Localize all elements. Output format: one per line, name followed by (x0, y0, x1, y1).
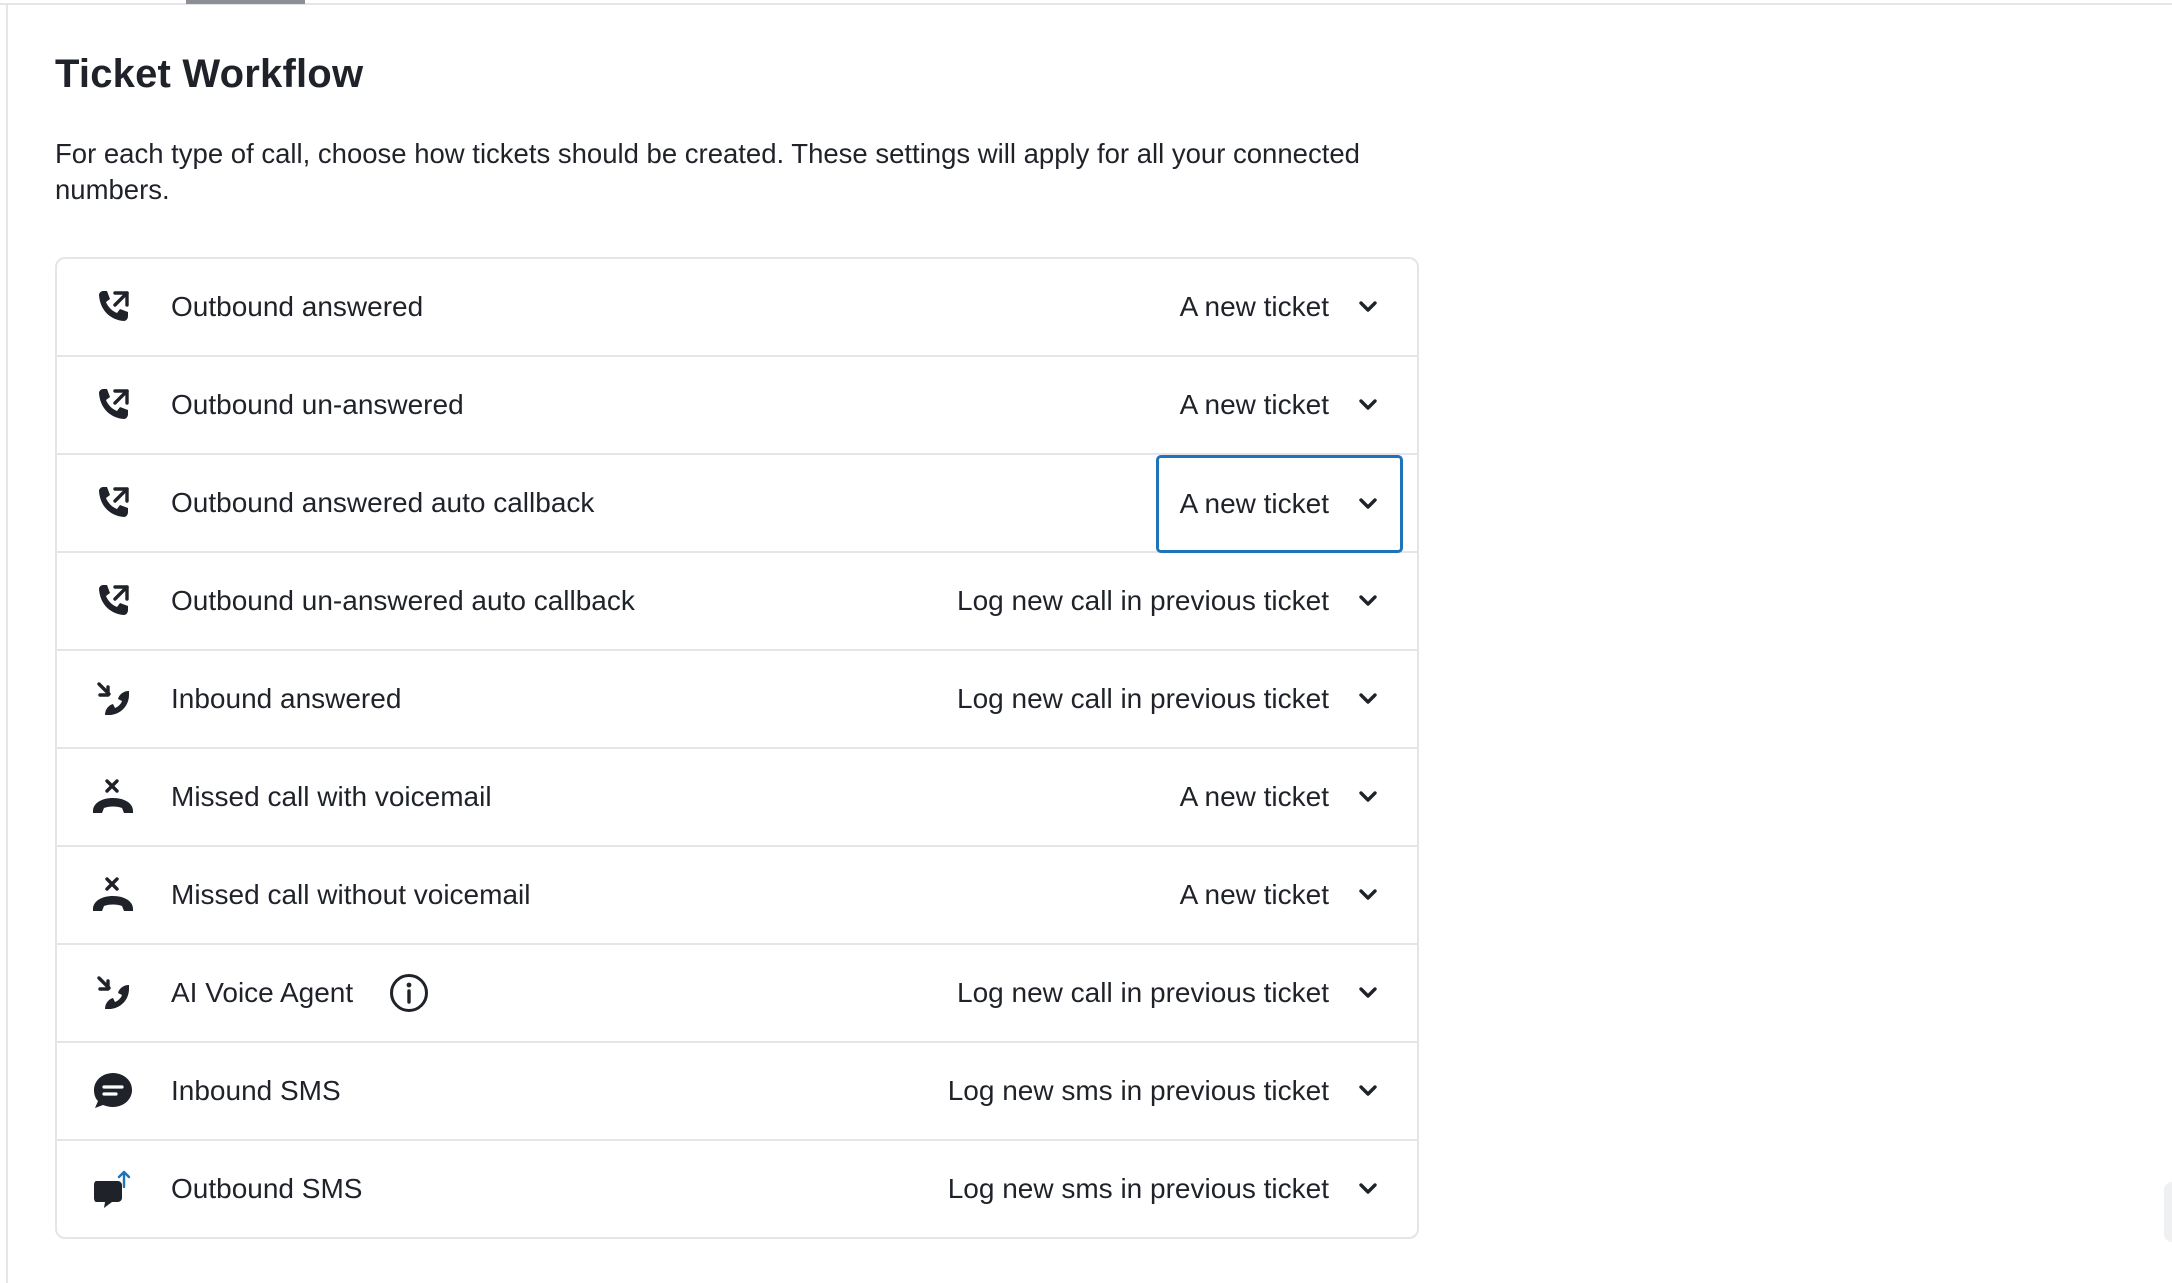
chevron-down-icon (1357, 493, 1379, 515)
sms-bubble-icon (91, 1071, 135, 1111)
chevron-down-icon (1357, 1080, 1379, 1102)
ticket-option-select[interactable]: A new ticket (1156, 259, 1403, 355)
select-value: Log new call in previous ticket (957, 585, 1329, 616)
row-label: AI Voice Agent (171, 977, 354, 1008)
select-value: A new ticket (1179, 389, 1329, 420)
chevron-down-icon (1357, 296, 1379, 318)
ticket-option-select[interactable]: A new ticket (1156, 357, 1403, 453)
row-label: Inbound SMS (171, 1075, 341, 1106)
workflow-row-ai-voice-agent: AI Voice Agent Log new call in previous … (57, 945, 1417, 1043)
row-label: Outbound SMS (171, 1173, 363, 1204)
workflow-row-missed-call-without-voicemail: Missed call without voicemail A new tick… (57, 847, 1417, 945)
workflow-row-missed-call-with-voicemail: Missed call with voicemail A new ticket (57, 749, 1417, 847)
select-value: Log new sms in previous ticket (947, 1075, 1329, 1106)
outbound-call-icon (91, 287, 135, 327)
left-divider (6, 4, 8, 1283)
select-value: Log new sms in previous ticket (947, 1173, 1329, 1204)
chevron-down-icon (1357, 786, 1379, 808)
select-value: Log new call in previous ticket (957, 683, 1329, 714)
chevron-down-icon (1357, 688, 1379, 710)
outbound-call-icon (91, 385, 135, 425)
missed-call-icon (91, 875, 135, 915)
chevron-down-icon (1357, 394, 1379, 416)
row-label: Inbound answered (171, 683, 402, 714)
page-title: Ticket Workflow (55, 52, 364, 96)
workflow-row-outbound-answered-auto-callback: Outbound answered auto callback A new ti… (57, 455, 1417, 553)
ticket-option-select[interactable]: A new ticket (1156, 847, 1403, 943)
workflow-row-outbound-unanswered: Outbound un-answered A new ticket (57, 357, 1417, 455)
select-value: Log new call in previous ticket (957, 977, 1329, 1008)
ticket-option-select[interactable]: Log new sms in previous ticket (924, 1043, 1403, 1139)
active-tab-indicator (186, 0, 305, 4)
row-label: Outbound answered auto callback (171, 487, 595, 518)
workflow-row-outbound-answered: Outbound answered A new ticket (57, 259, 1417, 357)
chevron-down-icon (1357, 982, 1379, 1004)
chevron-down-icon (1357, 884, 1379, 906)
ticket-option-select[interactable]: A new ticket (1156, 749, 1403, 845)
inbound-call-icon (91, 679, 135, 719)
ticket-option-select-focused[interactable]: A new ticket (1155, 455, 1403, 553)
select-value: A new ticket (1179, 781, 1329, 812)
row-label: Outbound answered (171, 291, 424, 322)
workflow-row-inbound-answered: Inbound answered Log new call in previou… (57, 651, 1417, 749)
chevron-down-icon (1357, 1178, 1379, 1200)
select-value: A new ticket (1179, 488, 1329, 519)
scroll-handle[interactable] (2164, 1182, 2172, 1242)
inbound-call-icon (91, 973, 135, 1013)
missed-call-icon (91, 777, 135, 817)
outbound-call-icon (91, 581, 135, 621)
workflow-settings-list: Outbound answered A new ticket Outbound … (55, 257, 1419, 1239)
workflow-row-inbound-sms: Inbound SMS Log new sms in previous tick… (57, 1043, 1417, 1141)
top-divider (0, 3, 2172, 5)
row-label: Outbound un-answered (171, 389, 464, 420)
ticket-option-select[interactable]: Log new call in previous ticket (933, 553, 1403, 649)
select-value: A new ticket (1179, 879, 1329, 910)
workflow-row-outbound-sms: Outbound SMS Log new sms in previous tic… (57, 1141, 1417, 1237)
select-value: A new ticket (1179, 291, 1329, 322)
row-label: Missed call with voicemail (171, 781, 492, 812)
ticket-option-select[interactable]: Log new call in previous ticket (933, 945, 1403, 1041)
chevron-down-icon (1357, 590, 1379, 612)
outbound-sms-icon (91, 1169, 135, 1209)
ticket-option-select[interactable]: Log new call in previous ticket (933, 651, 1403, 747)
info-icon[interactable] (389, 973, 429, 1013)
row-label: Outbound un-answered auto callback (171, 585, 635, 616)
ticket-workflow-page: Ticket Workflow For each type of call, c… (0, 0, 2172, 1283)
page-description: For each type of call, choose how ticket… (55, 138, 1360, 205)
row-label: Missed call without voicemail (171, 879, 531, 910)
workflow-row-outbound-unanswered-auto-callback: Outbound un-answered auto callback Log n… (57, 553, 1417, 651)
ticket-option-select[interactable]: Log new sms in previous ticket (924, 1141, 1403, 1237)
outbound-call-icon (91, 483, 135, 523)
